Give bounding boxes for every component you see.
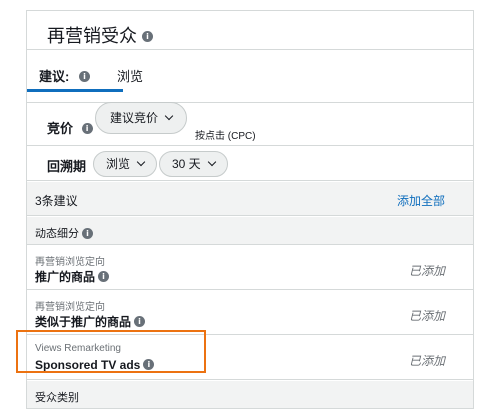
lookback-days-dropdown[interactable]: 30 天 xyxy=(159,151,228,177)
chevron-down-icon xyxy=(207,157,216,167)
bid-row: 竞价 i 建议竞价 按点击 (CPC) xyxy=(27,102,473,146)
suggestions-count: 3条建议 xyxy=(35,194,78,208)
info-icon[interactable]: i xyxy=(134,316,146,328)
bid-label: 竞价 i xyxy=(47,118,93,137)
active-tab-indicator xyxy=(27,89,123,92)
page-title-text: 再营销受众 xyxy=(47,26,137,46)
bid-type-value: 建议竞价 xyxy=(110,111,159,125)
lookback-type-value: 浏览 xyxy=(106,157,131,171)
bid-type-dropdown[interactable]: 建议竞价 xyxy=(95,102,188,134)
chevron-down-icon xyxy=(136,157,146,167)
tab-bar: 建议: i 浏览 xyxy=(27,51,473,103)
tab-suggestions[interactable]: 建议: i xyxy=(39,66,90,85)
item-status: 已添加 xyxy=(408,264,445,278)
add-all-link[interactable]: 添加全部 xyxy=(397,192,445,209)
item-title: 类似于推广的商品 i xyxy=(35,313,146,330)
tab-suggestions-label: 建议: xyxy=(39,69,70,84)
section-dynamic-segments: 动态细分 i xyxy=(27,217,473,245)
bid-label-text: 竞价 xyxy=(47,121,74,136)
item-title-text: 推广的商品 xyxy=(35,270,96,284)
lookback-type-dropdown[interactable]: 浏览 xyxy=(93,151,158,177)
info-icon[interactable]: i xyxy=(78,71,90,83)
info-icon[interactable]: i xyxy=(98,271,110,283)
item-title: 推广的商品 i xyxy=(35,268,110,285)
chevron-down-icon xyxy=(164,111,174,121)
item-subtitle: 再营销浏览定向 xyxy=(35,302,105,313)
lookback-days-value: 30 天 xyxy=(172,157,201,171)
lookback-row: 回溯期 浏览 30 天 xyxy=(27,147,473,181)
section-category-label: 受众类别 xyxy=(35,392,79,404)
tab-browse[interactable]: 浏览 xyxy=(117,66,143,85)
page-title: 再营销受众 i xyxy=(47,22,153,48)
panel-header: 再营销受众 i xyxy=(27,11,473,50)
section-audience-category: 受众类别 xyxy=(27,381,473,409)
bid-cpc-note: 按点击 (CPC) xyxy=(195,131,256,142)
info-icon[interactable]: i xyxy=(81,123,93,135)
item-status: 已添加 xyxy=(408,309,445,323)
suggestions-summary-row: 3条建议 添加全部 xyxy=(27,182,473,216)
info-icon[interactable]: i xyxy=(82,227,93,239)
lookback-label: 回溯期 xyxy=(47,159,87,174)
item-title-text: 类似于推广的商品 xyxy=(35,315,132,329)
highlight-box xyxy=(16,330,206,373)
section-dynamic-label: 动态细分 i xyxy=(35,225,93,241)
list-item: 再营销浏览定向 推广的商品 i 已添加 xyxy=(27,246,473,290)
list-item: 再营销浏览定向 类似于推广的商品 i 已添加 xyxy=(27,291,473,335)
section-dynamic-text: 动态细分 xyxy=(35,228,79,240)
info-icon[interactable]: i xyxy=(142,30,153,42)
item-status: 已添加 xyxy=(408,354,445,368)
item-subtitle: 再营销浏览定向 xyxy=(35,257,105,268)
